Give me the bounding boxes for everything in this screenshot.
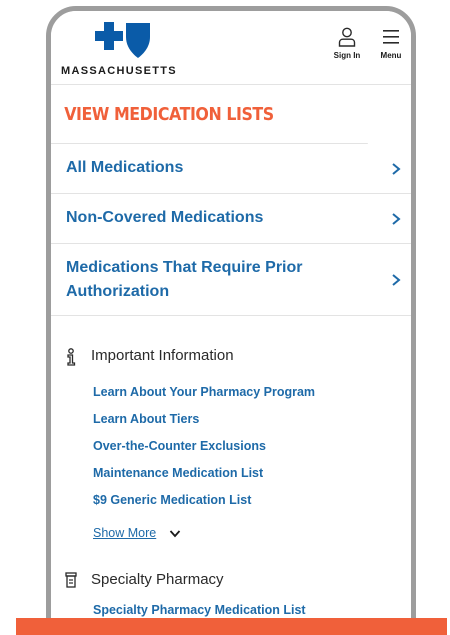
chevron-right-icon — [392, 274, 401, 286]
page-title: VIEW MEDICATION LISTS — [51, 86, 368, 144]
phone-frame: MASSACHUSETTS Sign In Menu VIEW MEDICATI… — [46, 6, 416, 635]
link-pharmacy-program[interactable]: Learn About Your Pharmacy Program — [93, 385, 315, 399]
main-content: VIEW MEDICATION LISTS All Medications No… — [51, 86, 411, 316]
section-heading: Important Information — [91, 347, 234, 364]
medication-list-all[interactable]: All Medications — [51, 144, 411, 194]
link-maintenance-list[interactable]: Maintenance Medication List — [93, 466, 263, 480]
medication-list-label: Non-Covered Medications — [66, 209, 264, 226]
info-icon — [67, 348, 76, 366]
orange-footer-bar — [16, 618, 447, 635]
screen: MASSACHUSETTS Sign In Menu VIEW MEDICATI… — [51, 11, 411, 635]
hamburger-icon — [383, 30, 399, 44]
section-heading: Specialty Pharmacy — [91, 571, 224, 588]
cross-shield-icon — [95, 22, 150, 58]
sign-in-button[interactable]: Sign In — [327, 23, 367, 69]
menu-label: Menu — [380, 51, 402, 60]
chevron-right-icon — [392, 213, 401, 225]
medication-list-label: Medications That Require Prior Authoriza… — [66, 259, 303, 300]
medication-list-prior-authorization[interactable]: Medications That Require Prior Authoriza… — [51, 244, 411, 316]
chevron-down-icon[interactable] — [169, 529, 181, 539]
site-header: MASSACHUSETTS Sign In Menu — [51, 11, 411, 85]
medication-list-label: All Medications — [66, 159, 184, 176]
chevron-right-icon — [392, 163, 401, 175]
pill-bottle-icon — [65, 572, 77, 588]
medication-list-non-covered[interactable]: Non-Covered Medications — [51, 194, 411, 244]
logo-text: MASSACHUSETTS — [61, 65, 177, 77]
link-tiers[interactable]: Learn About Tiers — [93, 412, 199, 426]
menu-button[interactable]: Menu — [371, 23, 411, 69]
user-icon — [338, 27, 356, 47]
bcbs-logo[interactable]: MASSACHUSETTS — [59, 21, 189, 79]
link-otc-exclusions[interactable]: Over-the-Counter Exclusions — [93, 439, 266, 453]
show-more-link[interactable]: Show More — [93, 526, 156, 540]
link-generic-list[interactable]: $9 Generic Medication List — [93, 493, 251, 507]
link-specialty-list[interactable]: Specialty Pharmacy Medication List — [93, 603, 306, 617]
sign-in-label: Sign In — [333, 51, 361, 60]
